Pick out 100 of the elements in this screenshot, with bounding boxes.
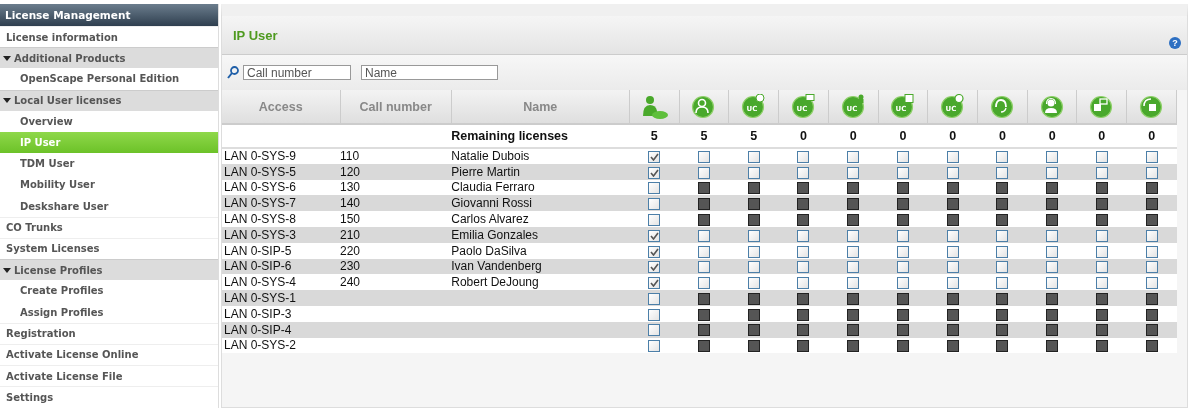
remaining-count: 0 <box>899 129 907 143</box>
license-checkbox[interactable] <box>747 151 760 164</box>
license-checkbox[interactable] <box>946 151 959 164</box>
sidebar-item[interactable]: Activate License File <box>0 365 218 387</box>
license-checkbox[interactable] <box>1145 245 1158 258</box>
sidebar-item[interactable]: Overview <box>0 110 218 132</box>
license-checkbox[interactable] <box>747 261 760 274</box>
license-checkbox[interactable] <box>648 182 661 195</box>
license-checkbox[interactable] <box>648 277 661 290</box>
license-checkbox[interactable] <box>896 151 909 164</box>
license-checkbox[interactable] <box>847 229 860 242</box>
license-checkbox[interactable] <box>847 166 860 179</box>
sidebar-item[interactable]: Mobility User <box>0 174 218 196</box>
table-row[interactable]: LAN 0-SYS-4 240 Robert DeJoung <box>222 274 1177 291</box>
license-checkbox[interactable] <box>797 261 810 274</box>
license-checkbox[interactable] <box>1095 229 1108 242</box>
license-checkbox[interactable] <box>1095 166 1108 179</box>
group-header[interactable]: Additional Products <box>0 47 218 69</box>
license-checkbox[interactable] <box>1145 151 1158 164</box>
license-checkbox[interactable] <box>1095 245 1108 258</box>
license-checkbox[interactable] <box>946 277 959 290</box>
license-checkbox[interactable] <box>648 261 661 274</box>
license-checkbox[interactable] <box>996 261 1009 274</box>
license-checkbox[interactable] <box>797 151 810 164</box>
license-checkbox[interactable] <box>946 166 959 179</box>
sidebar-item[interactable]: Create Profiles <box>0 280 218 302</box>
remaining-count: 0 <box>1098 129 1106 143</box>
license-checkbox[interactable] <box>697 261 710 274</box>
license-checkbox[interactable] <box>1095 151 1108 164</box>
license-checkbox[interactable] <box>648 151 661 164</box>
license-checkbox[interactable] <box>896 245 909 258</box>
license-checkbox[interactable] <box>1145 229 1158 242</box>
sidebar-item[interactable]: TDM User <box>0 153 218 175</box>
license-checkbox[interactable] <box>896 229 909 242</box>
license-checkbox[interactable] <box>1145 261 1158 274</box>
sidebar-item[interactable]: Activate License Online <box>0 343 218 365</box>
license-checkbox[interactable] <box>946 229 959 242</box>
license-checkbox[interactable] <box>648 324 661 337</box>
license-checkbox[interactable] <box>747 277 760 290</box>
license-checkbox[interactable] <box>648 213 661 226</box>
license-checkbox[interactable] <box>697 151 710 164</box>
license-checkbox[interactable] <box>1095 261 1108 274</box>
call-number-cell: 150 <box>340 212 361 227</box>
license-checkbox[interactable] <box>996 277 1009 290</box>
license-checkbox[interactable] <box>1046 261 1059 274</box>
access-cell: LAN 0-SYS-5 <box>224 164 297 179</box>
license-checkbox[interactable] <box>996 151 1009 164</box>
sidebar-item[interactable]: Registration <box>0 322 218 344</box>
license-checkbox[interactable] <box>697 245 710 258</box>
license-checkbox[interactable] <box>896 277 909 290</box>
license-checkbox[interactable] <box>648 292 661 305</box>
license-checkbox[interactable] <box>847 261 860 274</box>
license-checkbox[interactable] <box>1046 245 1059 258</box>
license-checkbox[interactable] <box>648 229 661 242</box>
license-checkbox[interactable] <box>996 245 1009 258</box>
sidebar-item[interactable]: Deskshare User <box>0 195 218 217</box>
license-checkbox[interactable] <box>697 229 710 242</box>
license-checkbox[interactable] <box>797 166 810 179</box>
license-checkbox[interactable] <box>847 277 860 290</box>
filter-field[interactable]: Call number <box>243 65 351 80</box>
license-checkbox[interactable] <box>1145 277 1158 290</box>
license-checkbox[interactable] <box>946 261 959 274</box>
person-headset-icon <box>1039 94 1065 119</box>
sidebar-item[interactable]: CO Trunks <box>0 216 218 238</box>
license-checkbox[interactable] <box>648 308 661 321</box>
license-checkbox[interactable] <box>996 166 1009 179</box>
sidebar-item[interactable]: OpenScape Personal Edition <box>0 68 218 90</box>
license-checkbox[interactable] <box>648 198 661 211</box>
license-checkbox[interactable] <box>896 166 909 179</box>
license-checkbox[interactable] <box>847 245 860 258</box>
sidebar-item[interactable]: Settings <box>0 386 218 408</box>
license-checkbox[interactable] <box>648 340 661 353</box>
table-row[interactable]: LAN 0-SYS-8 150 Carlos Alvarez <box>222 211 1177 227</box>
license-checkbox[interactable] <box>896 261 909 274</box>
license-checkbox[interactable] <box>747 245 760 258</box>
license-checkbox[interactable] <box>847 151 860 164</box>
table-row[interactable]: LAN 0-SYS-1 <box>222 290 1177 306</box>
license-checkbox[interactable] <box>797 277 810 290</box>
license-checkbox[interactable] <box>747 166 760 179</box>
license-checkbox[interactable] <box>648 245 661 258</box>
license-checkbox[interactable] <box>697 166 710 179</box>
license-checkbox[interactable] <box>648 166 661 179</box>
help-button[interactable]: ? <box>1169 37 1181 49</box>
filter-field[interactable]: Name <box>361 65 498 80</box>
group-header[interactable]: License Profiles <box>0 259 218 281</box>
name-cell: Natalie Dubois <box>451 149 530 164</box>
license-checkbox[interactable] <box>1046 166 1059 179</box>
license-checkbox[interactable] <box>1046 229 1059 242</box>
license-checkbox[interactable] <box>946 245 959 258</box>
license-checkbox[interactable] <box>797 245 810 258</box>
license-checkbox[interactable] <box>1095 277 1108 290</box>
license-checkbox[interactable] <box>747 229 760 242</box>
license-checkbox[interactable] <box>1046 151 1059 164</box>
license-checkbox[interactable] <box>697 277 710 290</box>
license-checkbox[interactable] <box>996 229 1009 242</box>
group-header[interactable]: Local User licenses <box>0 89 218 111</box>
license-checkbox[interactable] <box>1145 166 1158 179</box>
license-checkbox[interactable] <box>797 229 810 242</box>
sidebar-item[interactable]: Assign Profiles <box>0 301 218 323</box>
license-checkbox[interactable] <box>1046 277 1059 290</box>
